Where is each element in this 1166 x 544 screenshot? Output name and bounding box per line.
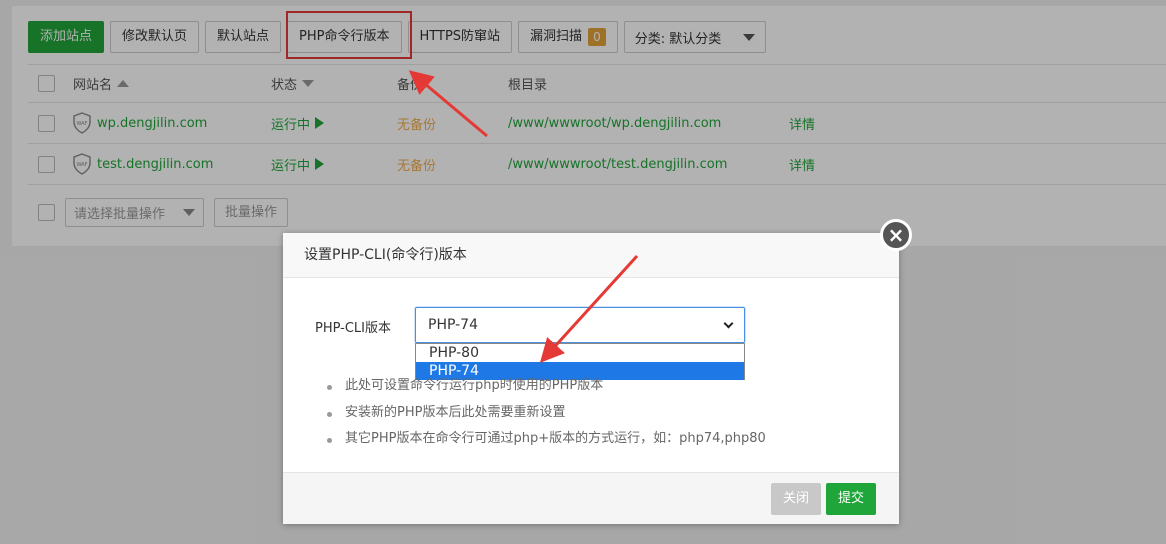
dialog-title: 设置PHP-CLI(命令行)版本 <box>283 233 899 278</box>
help-note: 其它PHP版本在命令行可通过php+版本的方式运行，如：php74,php80 <box>325 426 766 453</box>
php-cli-version-label: PHP-CLI版本 <box>315 321 392 336</box>
submit-button[interactable]: 提交 <box>826 483 877 515</box>
help-notes: 此处可设置命令行运行php时使用的PHP版本 安装新的PHP版本后此处需要重新设… <box>325 373 766 453</box>
php-cli-dialog: 设置PHP-CLI(命令行)版本 PHP-CLI版本 PHP-74 PHP-80… <box>283 233 899 524</box>
help-note: 此处可设置命令行运行php时使用的PHP版本 <box>325 373 766 400</box>
php-cli-version-select[interactable]: PHP-74 <box>415 307 745 343</box>
close-button[interactable]: 关闭 <box>771 483 822 515</box>
dialog-footer: 关闭 提交 <box>283 472 899 524</box>
php-version-option[interactable]: PHP-80 <box>416 344 744 362</box>
chevron-down-icon <box>723 318 734 328</box>
php-cli-selected-value: PHP-74 <box>428 317 478 333</box>
help-note: 安装新的PHP版本后此处需要重新设置 <box>325 400 766 427</box>
close-icon[interactable]: × <box>880 219 912 251</box>
